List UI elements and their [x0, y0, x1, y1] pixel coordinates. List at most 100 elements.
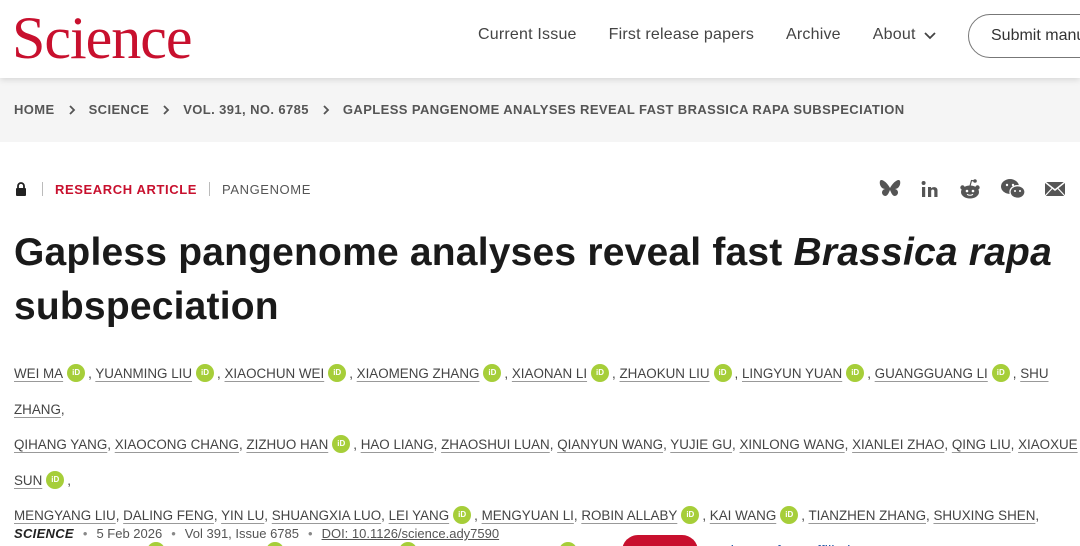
author-separator: , [612, 366, 620, 381]
breadcrumb-home[interactable]: HOME [14, 102, 55, 117]
author-link[interactable]: YIN LU [221, 508, 264, 523]
orcid-icon[interactable]: iD [681, 506, 700, 525]
author-link[interactable]: QING LIU [952, 437, 1011, 452]
reddit-icon[interactable] [958, 178, 982, 200]
divider [209, 182, 211, 196]
author-link[interactable]: ROBIN ALLABY [581, 508, 677, 523]
author-separator: , [504, 366, 512, 381]
breadcrumb: HOME SCIENCE VOL. 391, NO. 6785 GAPLESS … [14, 102, 905, 117]
separator-dot: • [171, 526, 176, 541]
orcid-icon[interactable]: iD [453, 506, 472, 525]
author-link[interactable]: ZHAOSHUI LUAN [441, 437, 550, 452]
nav-current-issue[interactable]: Current Issue [478, 24, 577, 46]
author-link[interactable]: HAO LIANG [361, 437, 434, 452]
author-link[interactable]: LEI YANG [389, 508, 450, 523]
author-link[interactable]: YUANMING LIU [95, 366, 192, 381]
title-text-end: subspeciation [14, 285, 279, 328]
title-text: Gapless pangenome analyses reveal fast [14, 231, 794, 274]
author-link[interactable]: XIAOCONG CHANG [115, 437, 239, 452]
orcid-icon[interactable]: iD [265, 541, 284, 546]
author-link[interactable]: QIANYUN WANG [557, 437, 663, 452]
orcid-icon[interactable]: iD [67, 364, 86, 383]
orcid-icon[interactable]: iD [196, 364, 215, 383]
author-link[interactable]: XIAONAN LI [512, 366, 587, 381]
author-link[interactable]: TIANZHEN ZHANG [808, 508, 926, 523]
linkedin-icon[interactable] [920, 179, 940, 199]
breadcrumb-science[interactable]: SCIENCE [89, 102, 150, 117]
bluesky-icon[interactable] [878, 178, 902, 200]
issue-info: Vol 391, Issue 6785 [184, 526, 299, 541]
nav-about[interactable]: About [873, 24, 938, 46]
article-meta: RESEARCH ARTICLE PANGENOME [14, 181, 311, 197]
author-link[interactable]: ZHAOKUN LIU [620, 366, 710, 381]
separator-dot: • [82, 526, 88, 541]
author-link[interactable]: MENGYUAN LI [482, 508, 574, 523]
author-link[interactable]: KAI WANG [710, 508, 776, 523]
author-separator: , [1010, 437, 1019, 452]
author-separator: , [867, 366, 875, 381]
author-separator: , [844, 437, 853, 452]
author-link[interactable]: LINGYUN YUAN [742, 366, 842, 381]
author-link[interactable]: ZIZHUO HAN [246, 437, 328, 452]
author-separator: , [1035, 508, 1040, 523]
doi-link[interactable]: DOI: 10.1126/science.ady7590 [322, 526, 500, 541]
orcid-icon[interactable]: iD [146, 541, 165, 546]
chevron-right-icon [323, 104, 330, 115]
submit-manuscript-button[interactable]: Submit manuscript [968, 14, 1080, 58]
author-link[interactable]: WEI MA [14, 366, 63, 381]
wechat-icon[interactable] [1000, 178, 1026, 200]
article-type[interactable]: RESEARCH ARTICLE [55, 182, 197, 197]
author-separator: , [107, 437, 115, 452]
orcid-icon[interactable]: iD [991, 364, 1010, 383]
orcid-icon[interactable]: iD [46, 470, 65, 489]
author-separator: , [732, 437, 740, 452]
author-link[interactable]: XIANLEI ZHAO [852, 437, 944, 452]
author-link[interactable]: QIHANG YANG [14, 437, 107, 452]
author-link[interactable]: XIAOMENG ZHANG [357, 366, 480, 381]
author-link[interactable]: DALING FENG [123, 508, 214, 523]
orcid-icon[interactable]: iD [398, 541, 417, 546]
separator-dot: • [308, 526, 313, 541]
orcid-icon[interactable]: iD [591, 364, 610, 383]
orcid-icon[interactable]: iD [483, 364, 502, 383]
journal-name: SCIENCE [14, 526, 74, 541]
article-subject[interactable]: PANGENOME [222, 182, 311, 197]
author-separator: , [353, 437, 361, 452]
orcid-icon[interactable]: iD [328, 364, 347, 383]
divider [42, 182, 43, 196]
author-separator: , [381, 508, 389, 523]
nav-about-label: About [872, 26, 916, 43]
nav-first-release-papers[interactable]: First release papers [609, 24, 754, 46]
author-link[interactable]: XIAOCHUN WEI [225, 366, 325, 381]
author-link[interactable]: XINLONG WANG [740, 437, 845, 452]
nav-archive[interactable]: Archive [786, 24, 841, 46]
fewer-authors-button[interactable]: fewer [621, 534, 699, 546]
author-separator: , [217, 366, 225, 381]
science-logo[interactable]: Science [12, 4, 193, 72]
orcid-icon[interactable]: iD [332, 435, 351, 454]
title-species: Brassica rapa [793, 231, 1052, 274]
orcid-icon[interactable]: iD [713, 364, 732, 383]
orcid-icon[interactable]: iD [780, 506, 799, 525]
author-link[interactable]: YUJIE GU [670, 437, 732, 452]
author-list: WEI MA iD, YUANMING LIU iD, XIAOCHUN WEI iD… [14, 356, 1080, 546]
chevron-right-icon [163, 104, 170, 115]
breadcrumb-article: GAPLESS PANGENOME ANALYSES REVEAL FAST B… [342, 102, 905, 117]
orcid-icon[interactable]: iD [846, 364, 865, 383]
share-icons [878, 178, 1080, 200]
author-link[interactable]: SHUANGXIA LUO [272, 508, 381, 523]
email-icon[interactable] [1044, 181, 1066, 197]
author-separator: , [474, 508, 482, 523]
main-nav: Current Issue First release papers Archi… [478, 24, 970, 46]
author-link[interactable]: GUANGGUANG LI [875, 366, 988, 381]
breadcrumb-volume[interactable]: VOL. 391, NO. 6785 [183, 102, 309, 117]
site-header: Science Current Issue First release pape… [0, 0, 1080, 78]
publication-date: 5 Feb 2026 [96, 526, 163, 541]
author-link[interactable]: MENGYANG LIU [14, 508, 116, 523]
author-separator: , [702, 508, 710, 523]
orcid-icon[interactable]: iD [558, 541, 577, 546]
author-link[interactable]: SHUXING SHEN [933, 508, 1035, 523]
authors-info-affiliations-link[interactable]: Authors Info & Affiliations [708, 543, 875, 546]
author-separator: , [60, 401, 65, 417]
author-separator: , [944, 437, 952, 452]
